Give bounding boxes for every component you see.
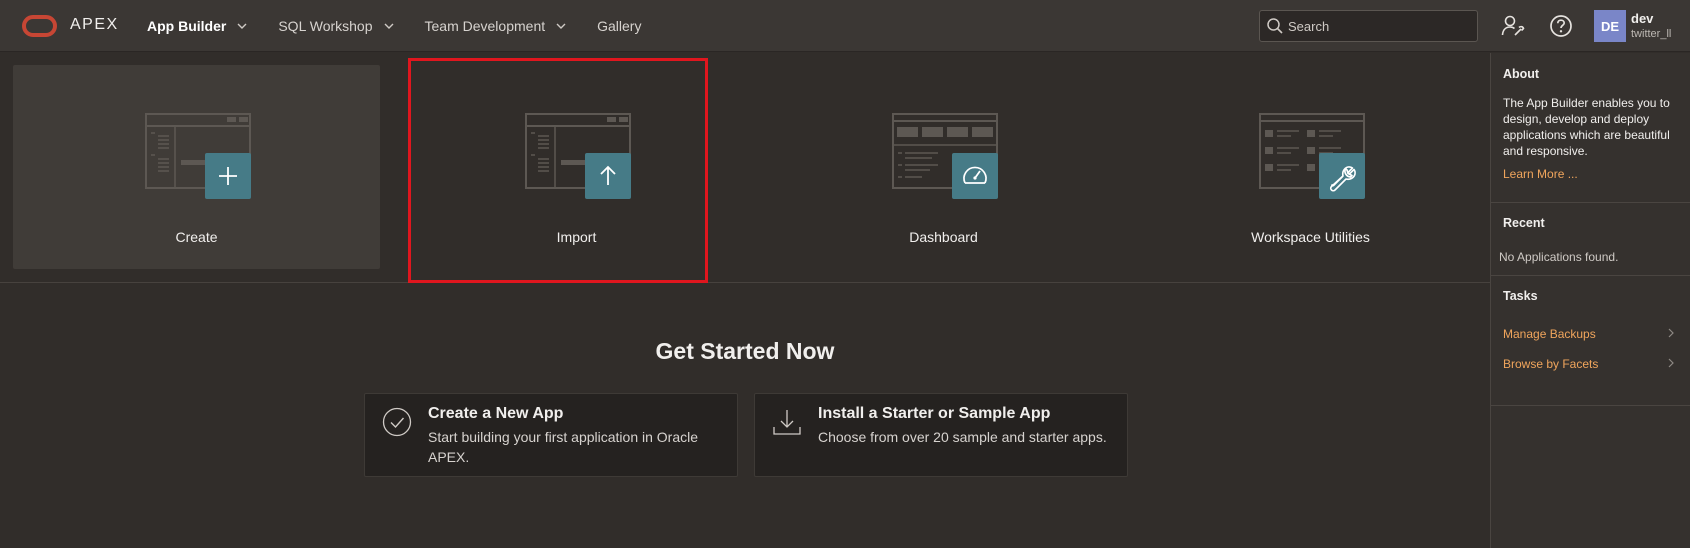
gauge-icon	[952, 153, 998, 199]
workspace-utilities-card[interactable]: Workspace Utilities	[1127, 65, 1494, 269]
install-sample-app-title: Install a Starter or Sample App	[818, 405, 1051, 422]
recent-section: Recent No Applications found.	[1491, 203, 1690, 276]
about-title: About	[1503, 67, 1540, 81]
user-name[interactable]: dev	[1631, 11, 1653, 26]
help-icon[interactable]	[1548, 13, 1574, 39]
oracle-logo[interactable]	[22, 15, 57, 37]
tasks-title: Tasks	[1503, 289, 1538, 303]
recent-title: Recent	[1503, 216, 1545, 230]
app-builder-cards: Create Import Dashboard Workspace Utilit…	[0, 53, 1490, 283]
install-sample-app-card[interactable]: Install a Starter or Sample App Choose f…	[754, 393, 1128, 477]
download-icon	[773, 410, 801, 435]
install-sample-app-desc: Choose from over 20 sample and starter a…	[818, 429, 1107, 445]
workspace-utilities-label: Workspace Utilities	[1251, 229, 1370, 245]
main-nav: App Builder SQL Workshop Team Developmen…	[147, 0, 671, 52]
create-label: Create	[175, 229, 218, 245]
plus-icon	[205, 153, 251, 199]
apex-brand[interactable]: APEX	[70, 16, 119, 34]
recent-empty-text: No Applications found.	[1499, 250, 1619, 264]
highlight-annotation	[408, 58, 708, 283]
nav-app-builder[interactable]: App Builder	[147, 18, 248, 34]
nav-team-development-label: Team Development	[424, 18, 546, 34]
create-new-app-card[interactable]: Create a New App Start building your fir…	[364, 393, 738, 477]
chevron-down-icon	[237, 23, 247, 29]
chevron-down-icon	[384, 23, 393, 29]
task-browse-by-facets-label: Browse by Facets	[1503, 357, 1599, 371]
about-text: The App Builder enables you to design, d…	[1503, 96, 1670, 158]
avatar[interactable]: DE	[1594, 10, 1626, 42]
tasks-section: Tasks Manage Backups Browse by Facets	[1491, 276, 1690, 406]
search-input[interactable]	[1288, 18, 1468, 34]
wrench-icon	[1319, 153, 1365, 199]
nav-sql-workshop-label: SQL Workshop	[278, 18, 373, 34]
right-sidebar: About The App Builder enables you to des…	[1490, 53, 1690, 548]
task-manage-backups-label: Manage Backups	[1503, 327, 1596, 341]
create-new-app-title: Create a New App	[428, 405, 564, 422]
search-box[interactable]	[1259, 10, 1478, 42]
nav-gallery[interactable]: Gallery	[597, 18, 641, 34]
nav-app-builder-label: App Builder	[147, 18, 227, 34]
top-navigation-bar: APEX App Builder SQL Workshop Team Devel…	[0, 0, 1690, 52]
get-started-title: Get Started Now	[655, 338, 835, 364]
about-section: About The App Builder enables you to des…	[1491, 53, 1690, 203]
chevron-right-icon	[1668, 358, 1674, 368]
task-browse-by-facets[interactable]: Browse by Facets	[1491, 351, 1690, 379]
create-card[interactable]: Create	[13, 65, 380, 269]
chevron-right-icon	[1668, 328, 1674, 338]
task-manage-backups[interactable]: Manage Backups	[1491, 321, 1690, 349]
dashboard-label: Dashboard	[909, 229, 978, 245]
checkmark-circle-icon	[382, 407, 412, 437]
dashboard-card[interactable]: Dashboard	[760, 65, 1127, 269]
nav-sql-workshop[interactable]: SQL Workshop	[278, 18, 394, 34]
create-new-app-desc: Start building your first application in…	[428, 429, 699, 465]
search-icon	[1267, 18, 1283, 34]
user-settings-icon[interactable]	[1500, 13, 1526, 39]
nav-team-development[interactable]: Team Development	[425, 18, 568, 34]
learn-more-link[interactable]: Learn More ...	[1503, 167, 1578, 181]
nav-gallery-label: Gallery	[597, 18, 642, 34]
workspace-name[interactable]: twitter_ll	[1631, 28, 1671, 40]
chevron-down-icon	[556, 23, 566, 29]
